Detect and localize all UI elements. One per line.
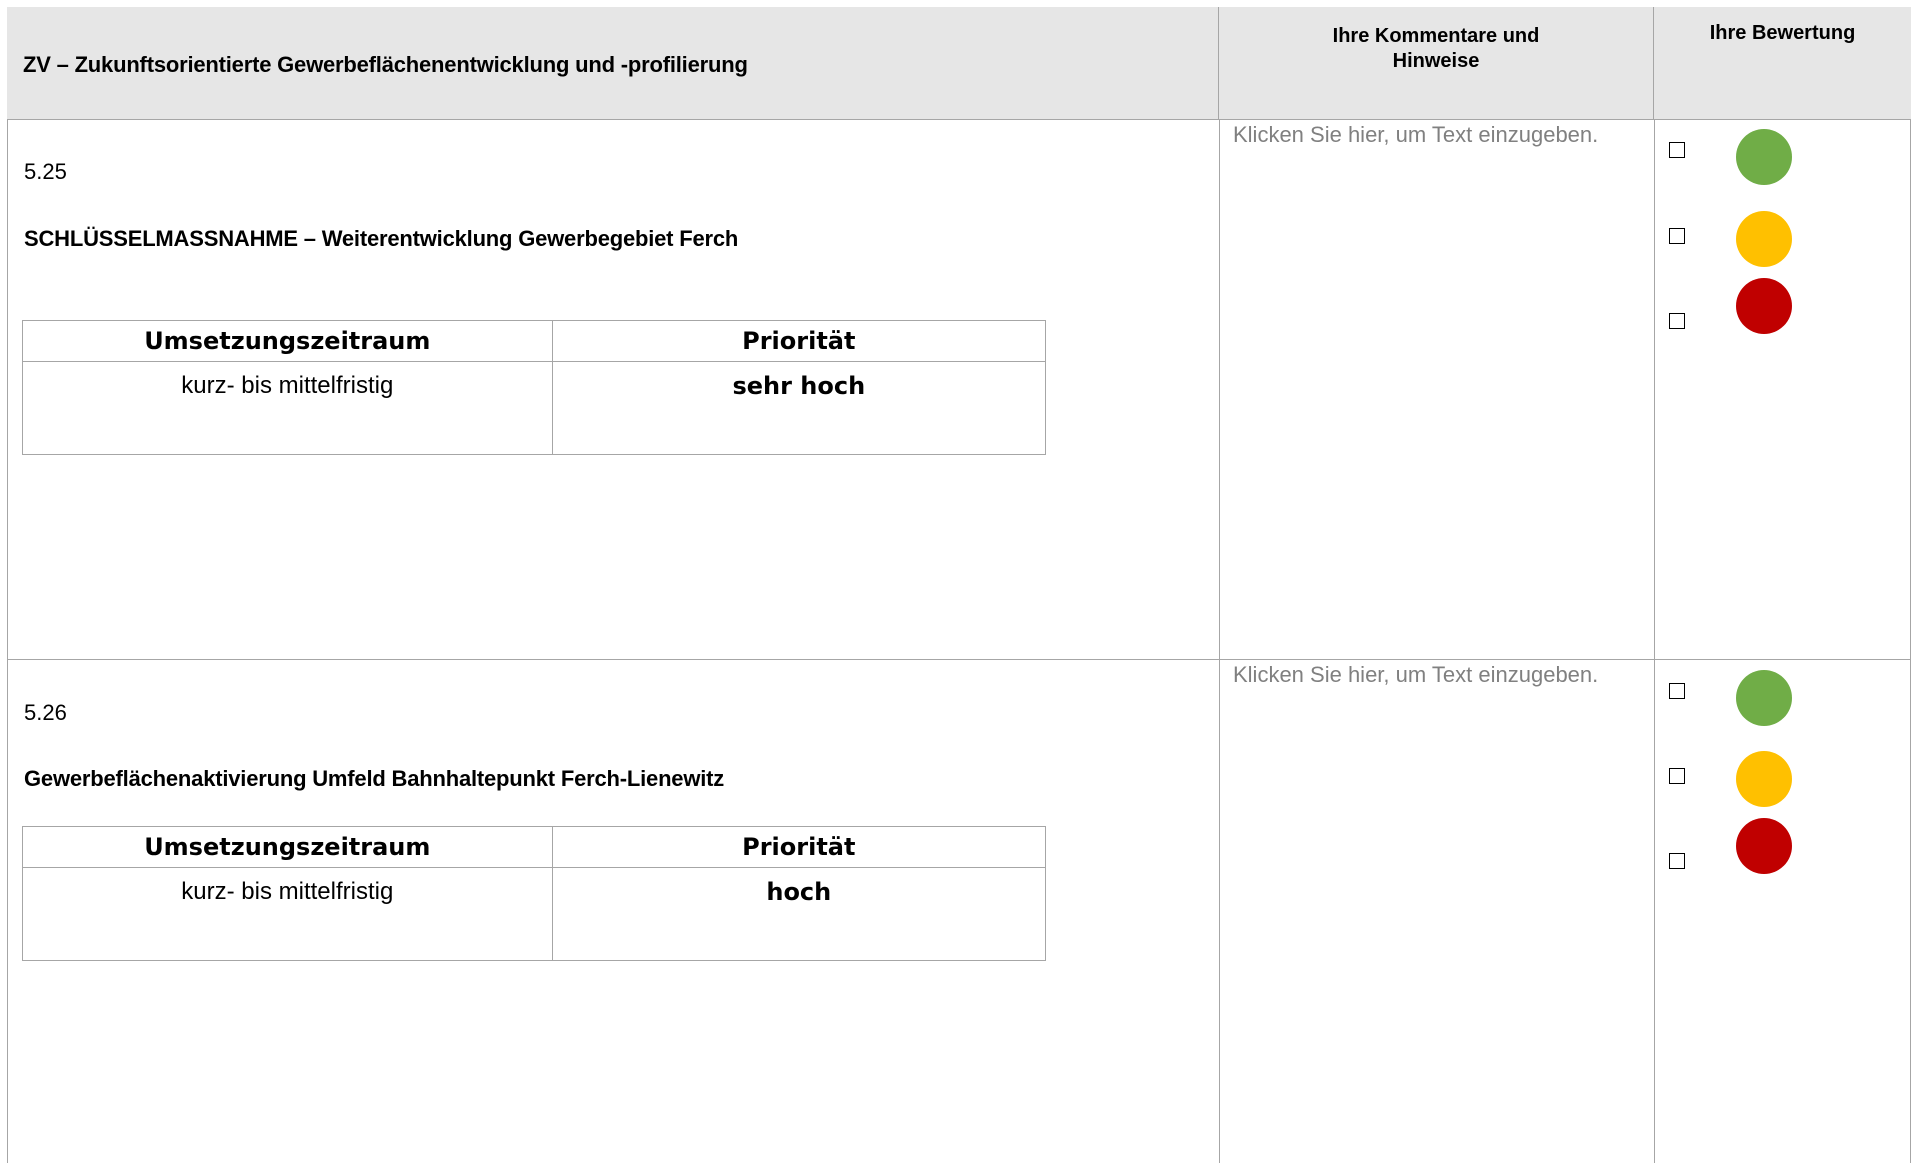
- comments-column-header: Ihre Kommentare und Hinweise: [1332, 25, 1540, 72]
- timeframe-header: Umsetzungszeitraum: [22, 826, 553, 868]
- header-comments-cell: Ihre Kommentare und Hinweise: [1219, 7, 1654, 120]
- timeframe-value: kurz- bis mittelfristig: [22, 867, 553, 961]
- column-divider: [1219, 660, 1220, 1163]
- comment-input[interactable]: Klicken Sie hier, um Text einzugeben.: [1233, 122, 1598, 148]
- rating-column-header: Ihre Bewertung: [1709, 22, 1856, 44]
- green-circle-icon: [1736, 129, 1792, 185]
- priority-header: Priorität: [551, 826, 1047, 868]
- header-title-cell: ZV – Zukunftsorientierte Gewerbeflächene…: [7, 7, 1219, 120]
- red-circle-icon: [1736, 818, 1792, 874]
- rating-checkbox-red[interactable]: [1669, 313, 1685, 329]
- column-divider: [1219, 120, 1220, 659]
- measure-title: SCHLÜSSELMASSNAHME – Weiterentwicklung G…: [24, 226, 739, 251]
- column-divider: [1654, 660, 1655, 1163]
- comment-input[interactable]: Klicken Sie hier, um Text einzugeben.: [1233, 662, 1598, 688]
- measure-info-table: Umsetzungszeitraum Priorität kurz- bis m…: [22, 826, 1047, 961]
- rating-checkbox-green[interactable]: [1669, 683, 1685, 699]
- timeframe-header: Umsetzungszeitraum: [22, 320, 553, 362]
- priority-value: sehr hoch: [551, 361, 1047, 455]
- measure-title: Gewerbeflächenaktivierung Umfeld Bahnhal…: [24, 766, 725, 791]
- rating-checkbox-yellow[interactable]: [1669, 768, 1685, 784]
- measure-row: 5.26 Gewerbeflächenaktivierung Umfeld Ba…: [7, 660, 1911, 1163]
- section-title: ZV – Zukunftsorientierte Gewerbeflächene…: [23, 52, 748, 77]
- priority-value: hoch: [551, 867, 1047, 961]
- rating-checkbox-yellow[interactable]: [1669, 228, 1685, 244]
- rating-checkbox-green[interactable]: [1669, 142, 1685, 158]
- priority-header: Priorität: [551, 320, 1047, 362]
- red-circle-icon: [1736, 278, 1792, 334]
- yellow-circle-icon: [1736, 211, 1792, 267]
- rating-checkbox-red[interactable]: [1669, 853, 1685, 869]
- timeframe-value: kurz- bis mittelfristig: [22, 361, 553, 455]
- header-rating-cell: Ihre Bewertung: [1654, 7, 1911, 120]
- measure-info-table: Umsetzungszeitraum Priorität kurz- bis m…: [22, 320, 1047, 455]
- green-circle-icon: [1736, 670, 1792, 726]
- measure-number: 5.25: [24, 159, 67, 184]
- measure-number: 5.26: [24, 700, 67, 725]
- yellow-circle-icon: [1736, 751, 1792, 807]
- measure-row: 5.25 SCHLÜSSELMASSNAHME – Weiterentwickl…: [7, 120, 1911, 660]
- column-divider: [1654, 120, 1655, 659]
